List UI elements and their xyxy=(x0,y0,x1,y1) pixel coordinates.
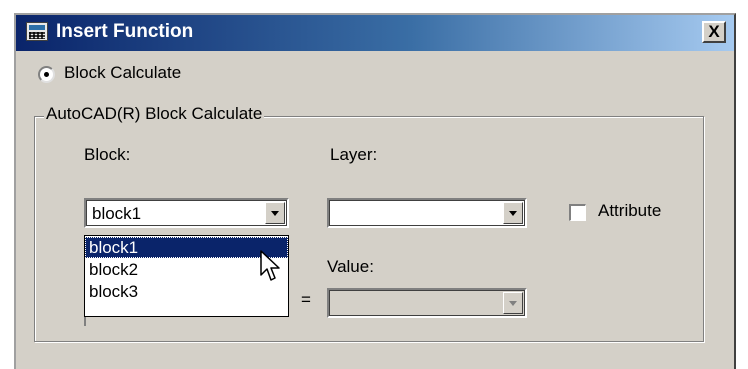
chevron-down-icon[interactable] xyxy=(265,202,285,224)
mouse-pointer-icon xyxy=(260,250,280,281)
close-button[interactable]: X xyxy=(702,21,726,43)
dropdown-item-block3[interactable]: block3 xyxy=(85,281,288,302)
dropdown-item-block2[interactable]: block2 xyxy=(85,259,288,280)
window-title: Insert Function xyxy=(56,21,194,42)
block-label: Block: xyxy=(84,145,131,164)
block-combobox-value: block1 xyxy=(92,204,142,223)
block-combobox[interactable]: block1 xyxy=(84,198,289,228)
title-bar[interactable]: Insert Function X xyxy=(16,15,734,51)
equals-sign: = xyxy=(301,290,311,309)
value-label: Value: xyxy=(327,257,374,276)
dropdown-item-block1[interactable]: block1 xyxy=(85,237,288,258)
chevron-down-icon xyxy=(503,292,523,314)
groupbox-title: AutoCAD(R) Block Calculate xyxy=(44,104,265,124)
layer-label: Layer: xyxy=(330,145,378,164)
value-combobox xyxy=(327,288,527,318)
calculator-icon xyxy=(26,22,48,41)
radio-dot xyxy=(44,72,49,77)
block-dropdown-list[interactable]: block1 block2 block3 xyxy=(84,235,289,317)
layer-combobox[interactable] xyxy=(327,198,527,228)
block-calculate-label: Block Calculate xyxy=(64,63,182,82)
attribute-checkbox[interactable] xyxy=(569,204,586,221)
chevron-down-icon[interactable] xyxy=(503,202,523,224)
block-calculate-radio[interactable] xyxy=(38,66,55,83)
attribute-label: Attribute xyxy=(598,201,662,220)
close-icon: X xyxy=(708,22,720,41)
